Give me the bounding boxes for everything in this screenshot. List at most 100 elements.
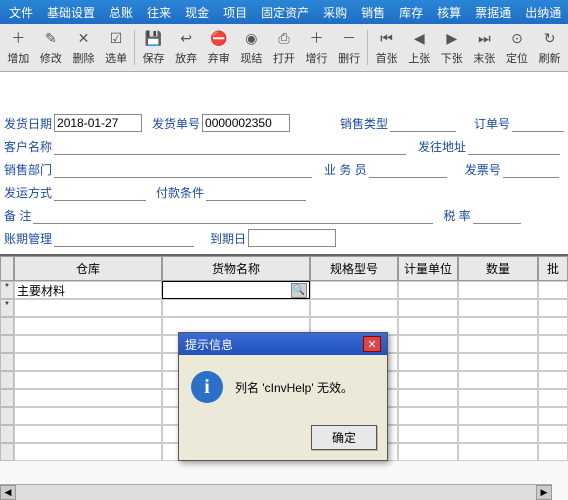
- menu-总账[interactable]: 总账: [102, 1, 140, 24]
- cell[interactable]: 主要材料: [14, 281, 162, 299]
- ok-button[interactable]: 确定: [311, 425, 377, 450]
- delivery-date-input[interactable]: [54, 114, 142, 132]
- cell[interactable]: [538, 335, 568, 353]
- cell[interactable]: [458, 299, 538, 317]
- cell[interactable]: [398, 425, 458, 443]
- cell[interactable]: [398, 353, 458, 371]
- menu-现金[interactable]: 现金: [178, 1, 216, 24]
- cell[interactable]: [458, 425, 538, 443]
- menu-项目[interactable]: 项目: [216, 1, 254, 24]
- tool-下张[interactable]: ▶下张: [437, 26, 468, 68]
- cell[interactable]: [398, 389, 458, 407]
- cell[interactable]: [310, 281, 398, 299]
- col-warehouse[interactable]: 仓库: [14, 256, 162, 281]
- cell[interactable]: [14, 371, 162, 389]
- col-spec[interactable]: 规格型号: [310, 256, 398, 281]
- cell[interactable]: [398, 371, 458, 389]
- cell[interactable]: [398, 281, 458, 299]
- tool-保存[interactable]: 💾保存: [138, 26, 169, 68]
- tool-打开[interactable]: ⎙打开: [269, 26, 300, 68]
- tool-上张[interactable]: ◀上张: [404, 26, 435, 68]
- tool-删行[interactable]: －删行: [334, 26, 365, 68]
- lookup-icon[interactable]: 🔍: [291, 283, 307, 298]
- cell[interactable]: [398, 299, 458, 317]
- cell[interactable]: [458, 317, 538, 335]
- credit-mgmt-input[interactable]: [54, 229, 194, 247]
- table-row[interactable]: *主要材料🔍: [0, 281, 568, 299]
- cell[interactable]: [14, 443, 162, 461]
- menu-往来[interactable]: 往来: [140, 1, 178, 24]
- sale-dept-input[interactable]: [54, 160, 312, 178]
- sale-type-input[interactable]: [390, 114, 456, 132]
- tool-删除[interactable]: ✕删除: [68, 26, 99, 68]
- tool-增加[interactable]: ＋增加: [3, 26, 34, 68]
- tool-刷新[interactable]: ↻刷新: [534, 26, 565, 68]
- cell[interactable]: 🔍: [162, 281, 310, 299]
- cell[interactable]: [458, 281, 538, 299]
- order-no-input[interactable]: [512, 114, 564, 132]
- cell[interactable]: [14, 425, 162, 443]
- remark-input[interactable]: [33, 206, 433, 224]
- invoice-no-input[interactable]: [503, 160, 559, 178]
- col-unit[interactable]: 计量单位: [398, 256, 458, 281]
- cell[interactable]: [538, 389, 568, 407]
- cell[interactable]: [458, 389, 538, 407]
- col-batch[interactable]: 批: [538, 256, 568, 281]
- cell[interactable]: [14, 317, 162, 335]
- due-date-input[interactable]: [248, 229, 336, 247]
- scroll-right-icon[interactable]: ▶: [536, 485, 552, 500]
- close-icon[interactable]: ✕: [363, 336, 381, 352]
- tax-rate-input[interactable]: [473, 206, 521, 224]
- cell[interactable]: [538, 425, 568, 443]
- table-row[interactable]: *: [0, 299, 568, 317]
- scroll-left-icon[interactable]: ◀: [0, 485, 16, 500]
- cell[interactable]: [538, 371, 568, 389]
- tool-定位[interactable]: ⊙定位: [502, 26, 533, 68]
- tool-末张[interactable]: ⏭末张: [469, 26, 500, 68]
- tool-放弃[interactable]: ↩放弃: [171, 26, 202, 68]
- cell[interactable]: [538, 353, 568, 371]
- cell[interactable]: [14, 353, 162, 371]
- tool-增行[interactable]: ＋增行: [301, 26, 332, 68]
- cell[interactable]: [14, 407, 162, 425]
- cell[interactable]: [458, 407, 538, 425]
- ship-method-input[interactable]: [54, 183, 146, 201]
- cell[interactable]: [310, 299, 398, 317]
- menu-固定资产[interactable]: 固定资产: [254, 1, 316, 24]
- cell[interactable]: [458, 353, 538, 371]
- cell[interactable]: [538, 407, 568, 425]
- cell[interactable]: [162, 299, 310, 317]
- menu-采购[interactable]: 采购: [316, 1, 354, 24]
- tool-现结[interactable]: ◉现结: [236, 26, 267, 68]
- cell[interactable]: [458, 443, 538, 461]
- customer-name-input[interactable]: [54, 137, 406, 155]
- pay-terms-input[interactable]: [206, 183, 306, 201]
- ship-to-input[interactable]: [468, 137, 560, 155]
- cell[interactable]: [398, 335, 458, 353]
- menu-出纳通[interactable]: 出纳通: [518, 1, 568, 24]
- menu-库存[interactable]: 库存: [392, 1, 430, 24]
- tool-选单[interactable]: ☑选单: [101, 26, 132, 68]
- menu-基础设置[interactable]: 基础设置: [40, 1, 102, 24]
- tool-首张[interactable]: ⏮首张: [371, 26, 402, 68]
- cell[interactable]: [458, 335, 538, 353]
- menu-核算[interactable]: 核算: [430, 1, 468, 24]
- tool-弃审[interactable]: ⛔弃审: [203, 26, 234, 68]
- cell[interactable]: [14, 299, 162, 317]
- cell[interactable]: [398, 407, 458, 425]
- menu-销售[interactable]: 销售: [354, 1, 392, 24]
- menu-文件[interactable]: 文件: [2, 1, 40, 24]
- cell[interactable]: [14, 335, 162, 353]
- cell[interactable]: [538, 299, 568, 317]
- sales-person-input[interactable]: [369, 160, 447, 178]
- dialog-titlebar[interactable]: 提示信息 ✕: [179, 333, 387, 355]
- col-qty[interactable]: 数量: [458, 256, 538, 281]
- cell[interactable]: [538, 317, 568, 335]
- menu-票据通[interactable]: 票据通: [468, 1, 518, 24]
- cell[interactable]: [538, 443, 568, 461]
- cell[interactable]: [398, 443, 458, 461]
- cell[interactable]: [538, 281, 568, 299]
- delivery-no-input[interactable]: [202, 114, 290, 132]
- cell[interactable]: [458, 371, 538, 389]
- col-name[interactable]: 货物名称: [162, 256, 310, 281]
